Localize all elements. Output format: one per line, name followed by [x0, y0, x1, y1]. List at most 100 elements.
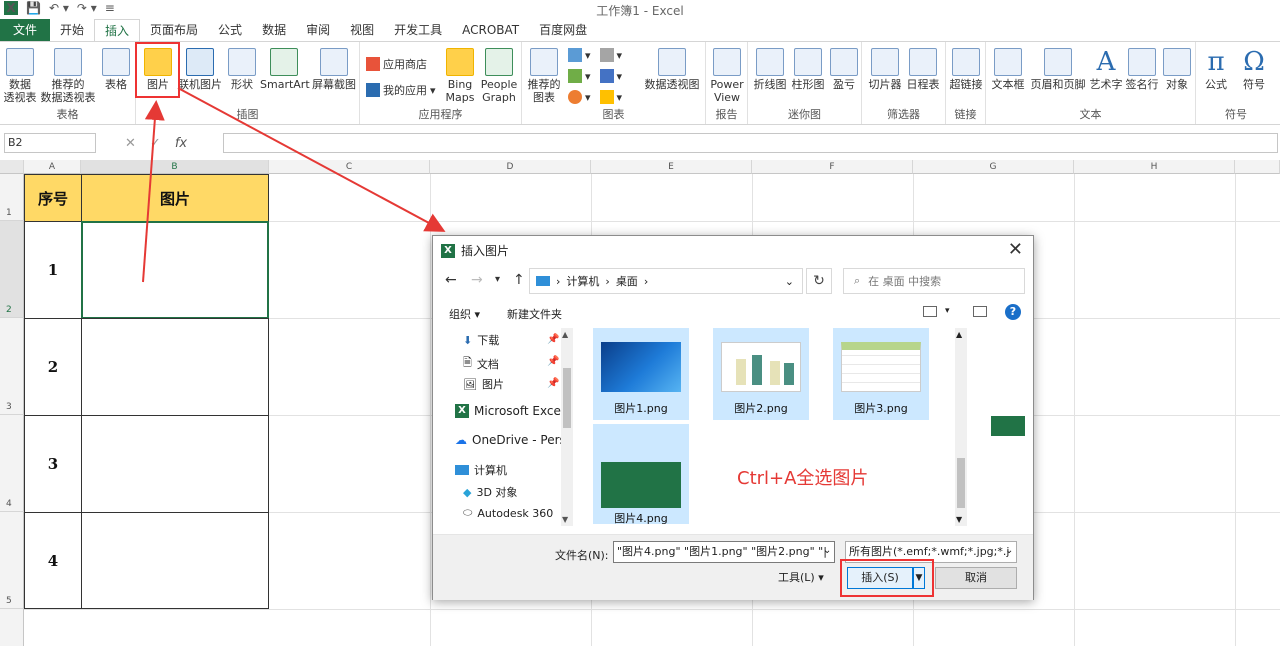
- signature-line-button[interactable]: 签名行: [1124, 48, 1160, 91]
- picture-cell[interactable]: [81, 512, 269, 609]
- filename-input[interactable]: "图片4.png" "图片1.png" "图片2.png" "|: [613, 541, 835, 563]
- file-item[interactable]: 图片1.png: [593, 328, 689, 420]
- serial-cell[interactable]: 1: [24, 221, 82, 319]
- select-all-corner[interactable]: [0, 160, 24, 174]
- pictures-button[interactable]: 图片: [142, 48, 174, 91]
- symbol-button[interactable]: Ω 符号: [1236, 48, 1272, 91]
- pin-icon[interactable]: 📌: [547, 356, 559, 367]
- file-item[interactable]: 图片4.png: [593, 424, 689, 525]
- screenshot-button[interactable]: 屏幕截图: [310, 48, 358, 91]
- refresh-button[interactable]: ↻: [806, 268, 832, 294]
- sparkline-column-button[interactable]: 柱形图: [790, 48, 826, 91]
- serial-cell[interactable]: 3: [24, 415, 82, 513]
- row-header-4[interactable]: 4: [0, 415, 24, 512]
- tab-home[interactable]: 开始: [50, 19, 94, 41]
- up-arrow-icon[interactable]: ↑: [513, 272, 525, 288]
- picture-cell[interactable]: [81, 318, 269, 416]
- insert-button[interactable]: 插入(S): [847, 567, 913, 589]
- chevron-down-icon[interactable]: ⌄: [785, 275, 794, 288]
- sparkline-winloss-button[interactable]: 盈亏: [828, 48, 860, 91]
- bing-maps-button[interactable]: Bing Maps: [442, 48, 478, 104]
- recommended-charts-button[interactable]: 推荐的 图表: [524, 48, 564, 104]
- scroll-up-icon[interactable]: ▲: [562, 330, 568, 339]
- file-list-scrollbar[interactable]: ▲ ▼: [955, 328, 967, 526]
- textbox-button[interactable]: 文本框: [988, 48, 1028, 91]
- tab-data[interactable]: 数据: [252, 19, 296, 41]
- hyperlink-button[interactable]: 超链接: [948, 48, 984, 91]
- shapes-button[interactable]: 形状: [226, 48, 258, 91]
- cancel-button[interactable]: 取消: [935, 567, 1017, 589]
- column-chart-button[interactable]: ▾ ▾: [568, 48, 622, 62]
- timeline-button[interactable]: 日程表: [904, 48, 942, 91]
- object-button[interactable]: 对象: [1160, 48, 1194, 91]
- nav-item-computer[interactable]: 计算机: [455, 462, 507, 478]
- picture-cell[interactable]: [81, 415, 269, 513]
- tab-formulas[interactable]: 公式: [208, 19, 252, 41]
- tab-review[interactable]: 审阅: [296, 19, 340, 41]
- equation-button[interactable]: π 公式: [1198, 48, 1234, 91]
- store-button[interactable]: 应用商店: [366, 56, 427, 72]
- filetype-select[interactable]: 所有图片(*.emf;*.wmf;*.jpg;*.j: [845, 541, 1017, 563]
- view-options-icon[interactable]: [923, 306, 937, 317]
- line-chart-button[interactable]: ▾ ▾: [568, 69, 622, 83]
- header-cell-serial[interactable]: 序号: [24, 174, 82, 222]
- chevron-down-icon[interactable]: ⌄: [1005, 545, 1013, 556]
- serial-cell[interactable]: 4: [24, 512, 82, 609]
- chevron-down-icon[interactable]: ⌄: [823, 545, 831, 556]
- enter-entry-icon[interactable]: ✓: [150, 136, 161, 151]
- nav-item-onedrive[interactable]: ☁ OneDrive - Perso: [455, 433, 573, 447]
- recommended-pivot-button[interactable]: 推荐的 数据透视表: [40, 48, 96, 104]
- column-header-d[interactable]: D: [430, 160, 591, 174]
- tab-baidu-netdisk[interactable]: 百度网盘: [529, 19, 597, 41]
- breadcrumb-computer[interactable]: 计算机: [566, 273, 599, 289]
- pivot-chart-button[interactable]: 数据透视图: [642, 48, 702, 91]
- row-header-1[interactable]: 1: [0, 174, 24, 221]
- help-icon[interactable]: ?: [1005, 304, 1021, 320]
- column-header-i[interactable]: [1235, 160, 1280, 174]
- tab-page-layout[interactable]: 页面布局: [140, 19, 208, 41]
- people-graph-button[interactable]: People Graph: [478, 48, 520, 104]
- column-header-g[interactable]: G: [913, 160, 1074, 174]
- preview-pane-icon[interactable]: [973, 306, 987, 317]
- chevron-down-icon[interactable]: ▾: [945, 306, 950, 316]
- tab-developer[interactable]: 开发工具: [384, 19, 452, 41]
- file-item[interactable]: 图片2.png: [713, 328, 809, 420]
- back-arrow-icon[interactable]: ←: [445, 272, 457, 288]
- column-header-c[interactable]: C: [269, 160, 430, 174]
- tab-file[interactable]: 文件: [0, 19, 50, 41]
- nav-item-downloads[interactable]: ⬇ 下载: [463, 332, 499, 348]
- scroll-down-icon[interactable]: ▼: [562, 515, 568, 524]
- nav-item-documents[interactable]: 🗎 文档: [463, 354, 499, 373]
- organize-button[interactable]: 组织 ▾: [449, 306, 480, 322]
- scroll-down-icon[interactable]: ▼: [956, 515, 962, 524]
- tab-insert[interactable]: 插入: [94, 19, 141, 41]
- nav-item-pictures[interactable]: 🖼 图片: [463, 376, 504, 392]
- header-footer-button[interactable]: 页眉和页脚: [1028, 48, 1088, 91]
- pin-icon[interactable]: 📌: [547, 378, 559, 389]
- close-icon[interactable]: ✕: [1008, 239, 1023, 260]
- column-header-a[interactable]: A: [24, 160, 81, 174]
- pivot-table-button[interactable]: 数据 透视表: [2, 48, 38, 104]
- new-folder-button[interactable]: 新建文件夹: [507, 306, 562, 322]
- nav-item-3d-objects[interactable]: ◆ 3D 对象: [463, 484, 517, 500]
- smartart-button[interactable]: SmartArt: [260, 48, 310, 91]
- file-item[interactable]: 图片3.png: [833, 328, 929, 420]
- navigation-scrollbar[interactable]: ▲ ▼: [561, 328, 573, 526]
- forward-arrow-icon[interactable]: →: [471, 272, 483, 288]
- breadcrumb-desktop[interactable]: 桌面: [616, 273, 638, 289]
- table-button[interactable]: 表格: [100, 48, 132, 91]
- tab-acrobat[interactable]: ACROBAT: [452, 19, 529, 41]
- wordart-button[interactable]: A 艺术字: [1088, 48, 1124, 91]
- pin-icon[interactable]: 📌: [547, 334, 559, 345]
- name-box[interactable]: B2: [4, 133, 96, 153]
- tools-button[interactable]: 工具(L) ▾: [778, 569, 824, 585]
- online-pictures-button[interactable]: 联机图片: [176, 48, 224, 91]
- active-picture-cell[interactable]: [81, 221, 269, 319]
- scrollbar-thumb[interactable]: [957, 458, 965, 508]
- nav-item-microsoft-excel[interactable]: X Microsoft Excel: [455, 404, 564, 418]
- address-bar[interactable]: › 计算机 › 桌面 › ⌄: [529, 268, 803, 294]
- nav-item-autodesk-360[interactable]: ⬭ Autodesk 360: [463, 506, 553, 520]
- power-view-button[interactable]: Power View: [708, 48, 746, 104]
- formula-input[interactable]: [223, 133, 1278, 153]
- pie-chart-button[interactable]: ▾ ▾: [568, 90, 622, 104]
